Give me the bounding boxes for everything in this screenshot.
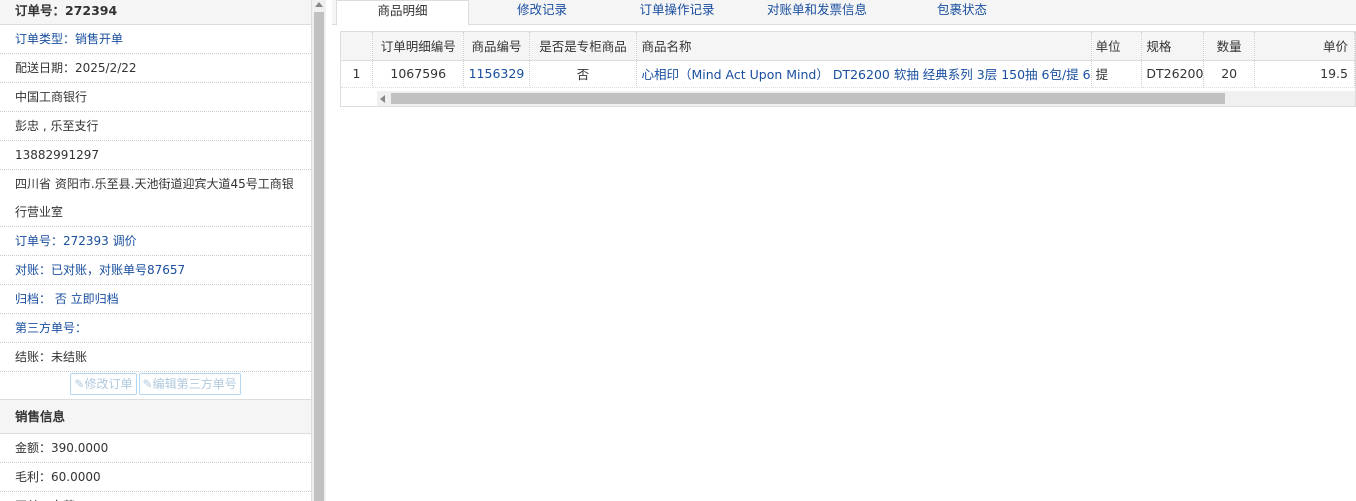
scrollbar-thumb[interactable] — [314, 12, 324, 501]
sales-info-header: 销售信息 — [0, 399, 311, 434]
related-order-link[interactable]: 订单号：272393 调价 — [0, 227, 311, 256]
col-header-product-id[interactable]: 商品编号 — [463, 32, 530, 61]
sales-creator: 开单：白莉 — [0, 492, 311, 501]
product-detail-grid: 订单明细编号 商品编号 是否是专柜商品 商品名称 单位 规格 数量 单价 1 1… — [340, 31, 1356, 107]
cell-product-name-link[interactable]: 心相印（Mind Act Upon Mind） DT26200 软抽 经典系列 … — [636, 60, 1092, 88]
cell-unit-price: 19.5 — [1254, 60, 1356, 88]
scroll-up-arrow-icon[interactable] — [315, 2, 323, 7]
customer-name: 中国工商银行 — [0, 83, 311, 112]
order-type: 订单类型：销售开单 — [0, 25, 311, 54]
cell-product-id-link[interactable]: 1156329 — [463, 60, 530, 88]
third-party-order-number: 第三方单号： — [0, 314, 311, 343]
col-header-index — [341, 32, 374, 61]
col-header-spec[interactable]: 规格 — [1141, 32, 1205, 61]
cell-detail-id: 1067596 — [372, 60, 465, 88]
col-header-product-name[interactable]: 商品名称 — [636, 32, 1092, 61]
tab-operation-log[interactable]: 订单操作记录 — [617, 0, 737, 25]
edit-order-label: 修改订单 — [84, 377, 133, 391]
edit-third-party-button[interactable]: ✎编辑第三方单号 — [138, 373, 241, 395]
reconciliation-status[interactable]: 对账：已对账，对账单号87657 — [0, 256, 311, 285]
archive-status[interactable]: 归档： 否 立即归档 — [0, 285, 311, 314]
edit-order-button[interactable]: ✎修改订单 — [70, 373, 137, 395]
delivery-date: 配送日期：2025/2/22 — [0, 54, 311, 83]
edit-icon: ✎ — [74, 377, 85, 391]
scroll-left-arrow-icon[interactable] — [380, 95, 385, 103]
detail-panel: 商品明细 修改记录 订单操作记录 对账单和发票信息 包裹状态 订单明细编号 商品… — [332, 0, 1356, 501]
tab-package-status[interactable]: 包裹状态 — [902, 0, 1022, 25]
delivery-address: 四川省 资阳市.乐至县.天池街道迎宾大道45号工商银行营业室 — [0, 170, 311, 227]
contact-person: 彭忠 , 乐至支行 — [0, 112, 311, 141]
tab-reconciliation-invoice[interactable]: 对账单和发票信息 — [747, 0, 887, 25]
contact-phone: 13882991297 — [0, 141, 311, 170]
col-header-counter-product[interactable]: 是否是专柜商品 — [529, 32, 638, 61]
cell-quantity: 20 — [1203, 60, 1255, 88]
order-action-buttons: ✎修改订单 ✎编辑第三方单号 — [0, 372, 311, 399]
cell-index: 1 — [341, 60, 374, 88]
cell-unit: 提 — [1091, 60, 1143, 88]
tab-product-details[interactable]: 商品明细 — [336, 0, 469, 26]
sales-profit: 毛利：60.0000 — [0, 463, 311, 492]
table-row[interactable]: 1 1067596 1156329 否 心相印（Mind Act Upon Mi… — [341, 60, 1356, 88]
edit-third-party-label: 编辑第三方单号 — [152, 377, 237, 391]
grid-horizontal-scrollbar[interactable] — [377, 91, 1355, 106]
tab-modification-log[interactable]: 修改记录 — [482, 0, 602, 25]
left-panel-scrollbar[interactable] — [312, 0, 326, 501]
settlement-status: 结账：未结账 — [0, 343, 311, 372]
table-header-row: 订单明细编号 商品编号 是否是专柜商品 商品名称 单位 规格 数量 单价 — [341, 32, 1356, 61]
order-info-panel: 订单号：272394 订单类型：销售开单 配送日期：2025/2/22 中国工商… — [0, 0, 312, 501]
edit-icon: ✎ — [142, 377, 153, 391]
col-header-quantity[interactable]: 数量 — [1203, 32, 1255, 61]
order-number-header: 订单号：272394 — [0, 0, 311, 25]
sales-amount: 金额：390.0000 — [0, 434, 311, 463]
col-header-unit[interactable]: 单位 — [1091, 32, 1143, 61]
product-table: 订单明细编号 商品编号 是否是专柜商品 商品名称 单位 规格 数量 单价 1 1… — [341, 32, 1356, 88]
detail-tabs: 商品明细 修改记录 订单操作记录 对账单和发票信息 包裹状态 — [332, 0, 1356, 26]
cell-spec: DT26200 — [1141, 60, 1205, 88]
col-header-detail-id[interactable]: 订单明细编号 — [372, 32, 465, 61]
cell-counter-product: 否 — [529, 60, 638, 88]
col-header-unit-price[interactable]: 单价 — [1254, 32, 1356, 61]
horizontal-scrollbar-thumb[interactable] — [391, 93, 1225, 104]
